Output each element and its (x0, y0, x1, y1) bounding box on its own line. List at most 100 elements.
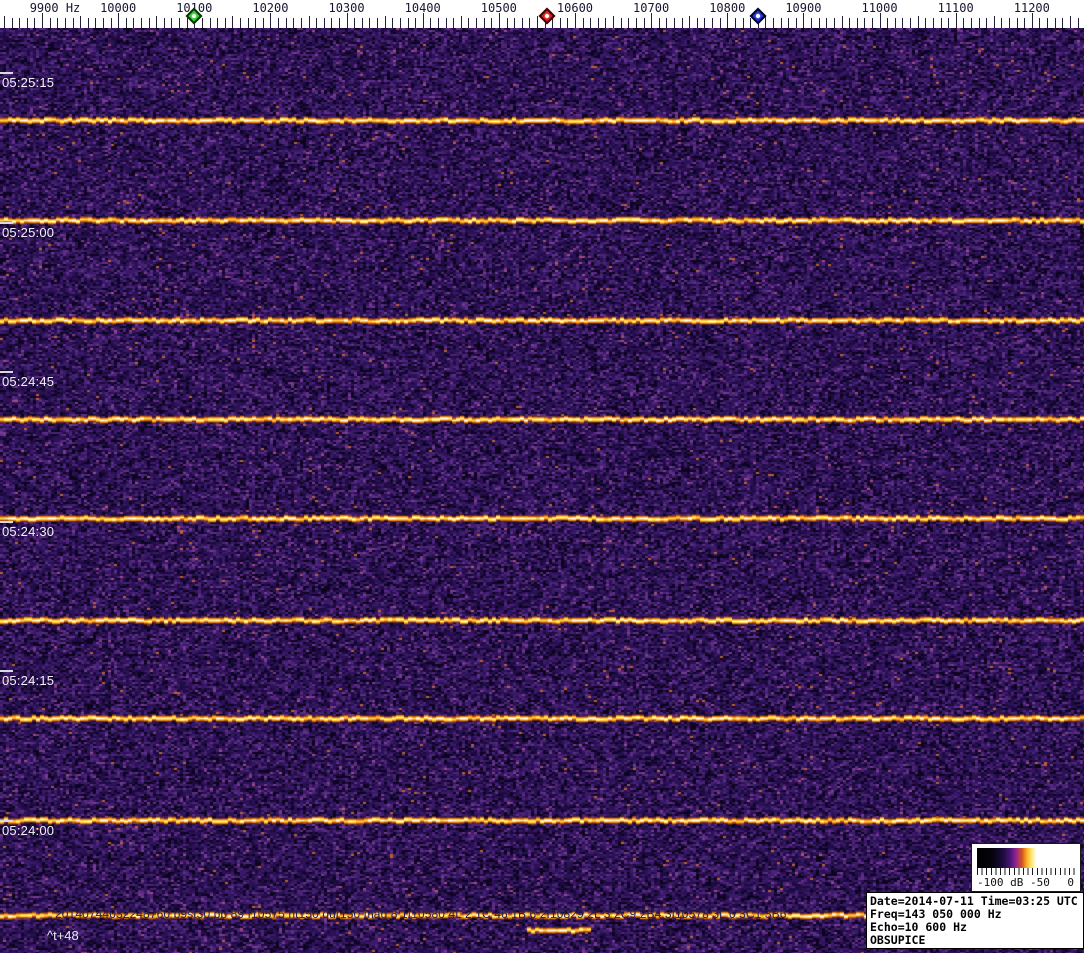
ruler-tick (1039, 18, 1040, 28)
ruler-tick (362, 18, 363, 28)
ruler-tick (507, 18, 508, 28)
ruler-tick (560, 18, 561, 28)
time-label: 05:24:00 (2, 823, 54, 838)
ruler-tick (941, 18, 942, 28)
ruler-tick (743, 18, 744, 28)
ruler-tick (80, 16, 81, 28)
spectrogram-app-window: 9900 Hz100001010010200103001040010500106… (0, 0, 1084, 953)
ruler-tick (788, 18, 789, 28)
ruler-tick (1078, 18, 1079, 28)
ruler-tick (491, 18, 492, 28)
ruler-tick (263, 18, 264, 28)
ruler-tick (400, 18, 401, 28)
ruler-label: 10600 (557, 1, 593, 15)
ruler-tick (453, 18, 454, 28)
ruler-tick (857, 18, 858, 28)
spectrogram-waterfall[interactable] (0, 28, 1084, 953)
time-tick (0, 72, 13, 74)
ruler-tick (864, 18, 865, 28)
ruler-tick (286, 18, 287, 28)
ruler-tick (567, 18, 568, 28)
ruler-tick (575, 13, 576, 28)
ruler-tick (1017, 18, 1018, 28)
ruler-tick (111, 18, 112, 28)
time-tick (0, 222, 13, 224)
ruler-tick (1070, 16, 1071, 28)
ruler-tick (179, 18, 180, 28)
ruler-tick (819, 18, 820, 28)
ruler-tick (644, 18, 645, 28)
ruler-tick (925, 18, 926, 28)
ruler-tick (552, 18, 553, 28)
ruler-tick (727, 13, 728, 28)
ruler-tick (933, 18, 934, 28)
ruler-tick (149, 18, 150, 28)
ruler-tick (50, 18, 51, 28)
ruler-tick (430, 18, 431, 28)
ruler-tick (415, 18, 416, 28)
ruler-tick (73, 18, 74, 28)
ruler-label: 10400 (405, 1, 441, 15)
time-label: 05:25:00 (2, 225, 54, 240)
ruler-tick (19, 18, 20, 28)
ruler-label: 11200 (1014, 1, 1050, 15)
ruler-tick (324, 18, 325, 28)
time-tick (0, 371, 13, 373)
frequency-ruler[interactable]: 9900 Hz100001010010200103001040010500106… (0, 0, 1084, 28)
ruler-tick (956, 13, 957, 28)
ruler-tick (339, 18, 340, 28)
ruler-tick (461, 16, 462, 28)
db-label-mid: -50 (1030, 876, 1050, 889)
observation-info-box: Date=2014-07-11 Time=03:25 UTC Freq=143 … (866, 892, 1084, 949)
ruler-tick (948, 18, 949, 28)
ruler-label: 10900 (785, 1, 821, 15)
ruler-tick (331, 18, 332, 28)
ruler-tick (628, 18, 629, 28)
cursor-time-label: ^t+48 (47, 928, 79, 943)
ruler-tick (499, 13, 500, 28)
db-label-min: -100 dB (977, 876, 1023, 889)
time-label: 05:25:15 (2, 75, 54, 90)
ruler-tick (682, 18, 683, 28)
ruler-tick (88, 18, 89, 28)
ruler-tick (796, 18, 797, 28)
ruler-tick (651, 13, 652, 28)
ruler-tick (270, 13, 271, 28)
blue-diamond-marker[interactable] (749, 8, 766, 25)
ruler-tick (126, 18, 127, 28)
time-label: 05:24:45 (2, 374, 54, 389)
ruler-tick (171, 18, 172, 28)
ruler-tick (369, 18, 370, 28)
ruler-tick (293, 18, 294, 28)
ruler-tick (1032, 13, 1033, 28)
ruler-tick (689, 16, 690, 28)
ruler-tick (57, 18, 58, 28)
ruler-tick (735, 18, 736, 28)
ruler-tick (347, 13, 348, 28)
info-observer: OBSUPICE (870, 934, 1080, 947)
ruler-label: 10500 (481, 1, 517, 15)
ruler-tick (1062, 18, 1063, 28)
ruler-tick (674, 18, 675, 28)
ruler-tick (484, 18, 485, 28)
ruler-tick (354, 18, 355, 28)
ruler-tick (765, 16, 766, 28)
ruler-tick (133, 18, 134, 28)
ruler-tick (537, 16, 538, 28)
ruler-tick (217, 18, 218, 28)
ruler-tick (605, 18, 606, 28)
ruler-tick (598, 18, 599, 28)
ruler-tick (240, 18, 241, 28)
ruler-tick (248, 18, 249, 28)
ruler-tick (529, 18, 530, 28)
ruler-tick (187, 18, 188, 28)
ruler-tick (225, 18, 226, 28)
ruler-tick (613, 16, 614, 28)
ruler-tick (842, 16, 843, 28)
ruler-tick (210, 18, 211, 28)
ruler-tick (408, 18, 409, 28)
ruler-tick (621, 18, 622, 28)
ruler-tick (979, 18, 980, 28)
ruler-tick (164, 18, 165, 28)
event-annotation-text: 20140744032248760 b9st30 pb 89 f10575 ht… (55, 907, 786, 921)
